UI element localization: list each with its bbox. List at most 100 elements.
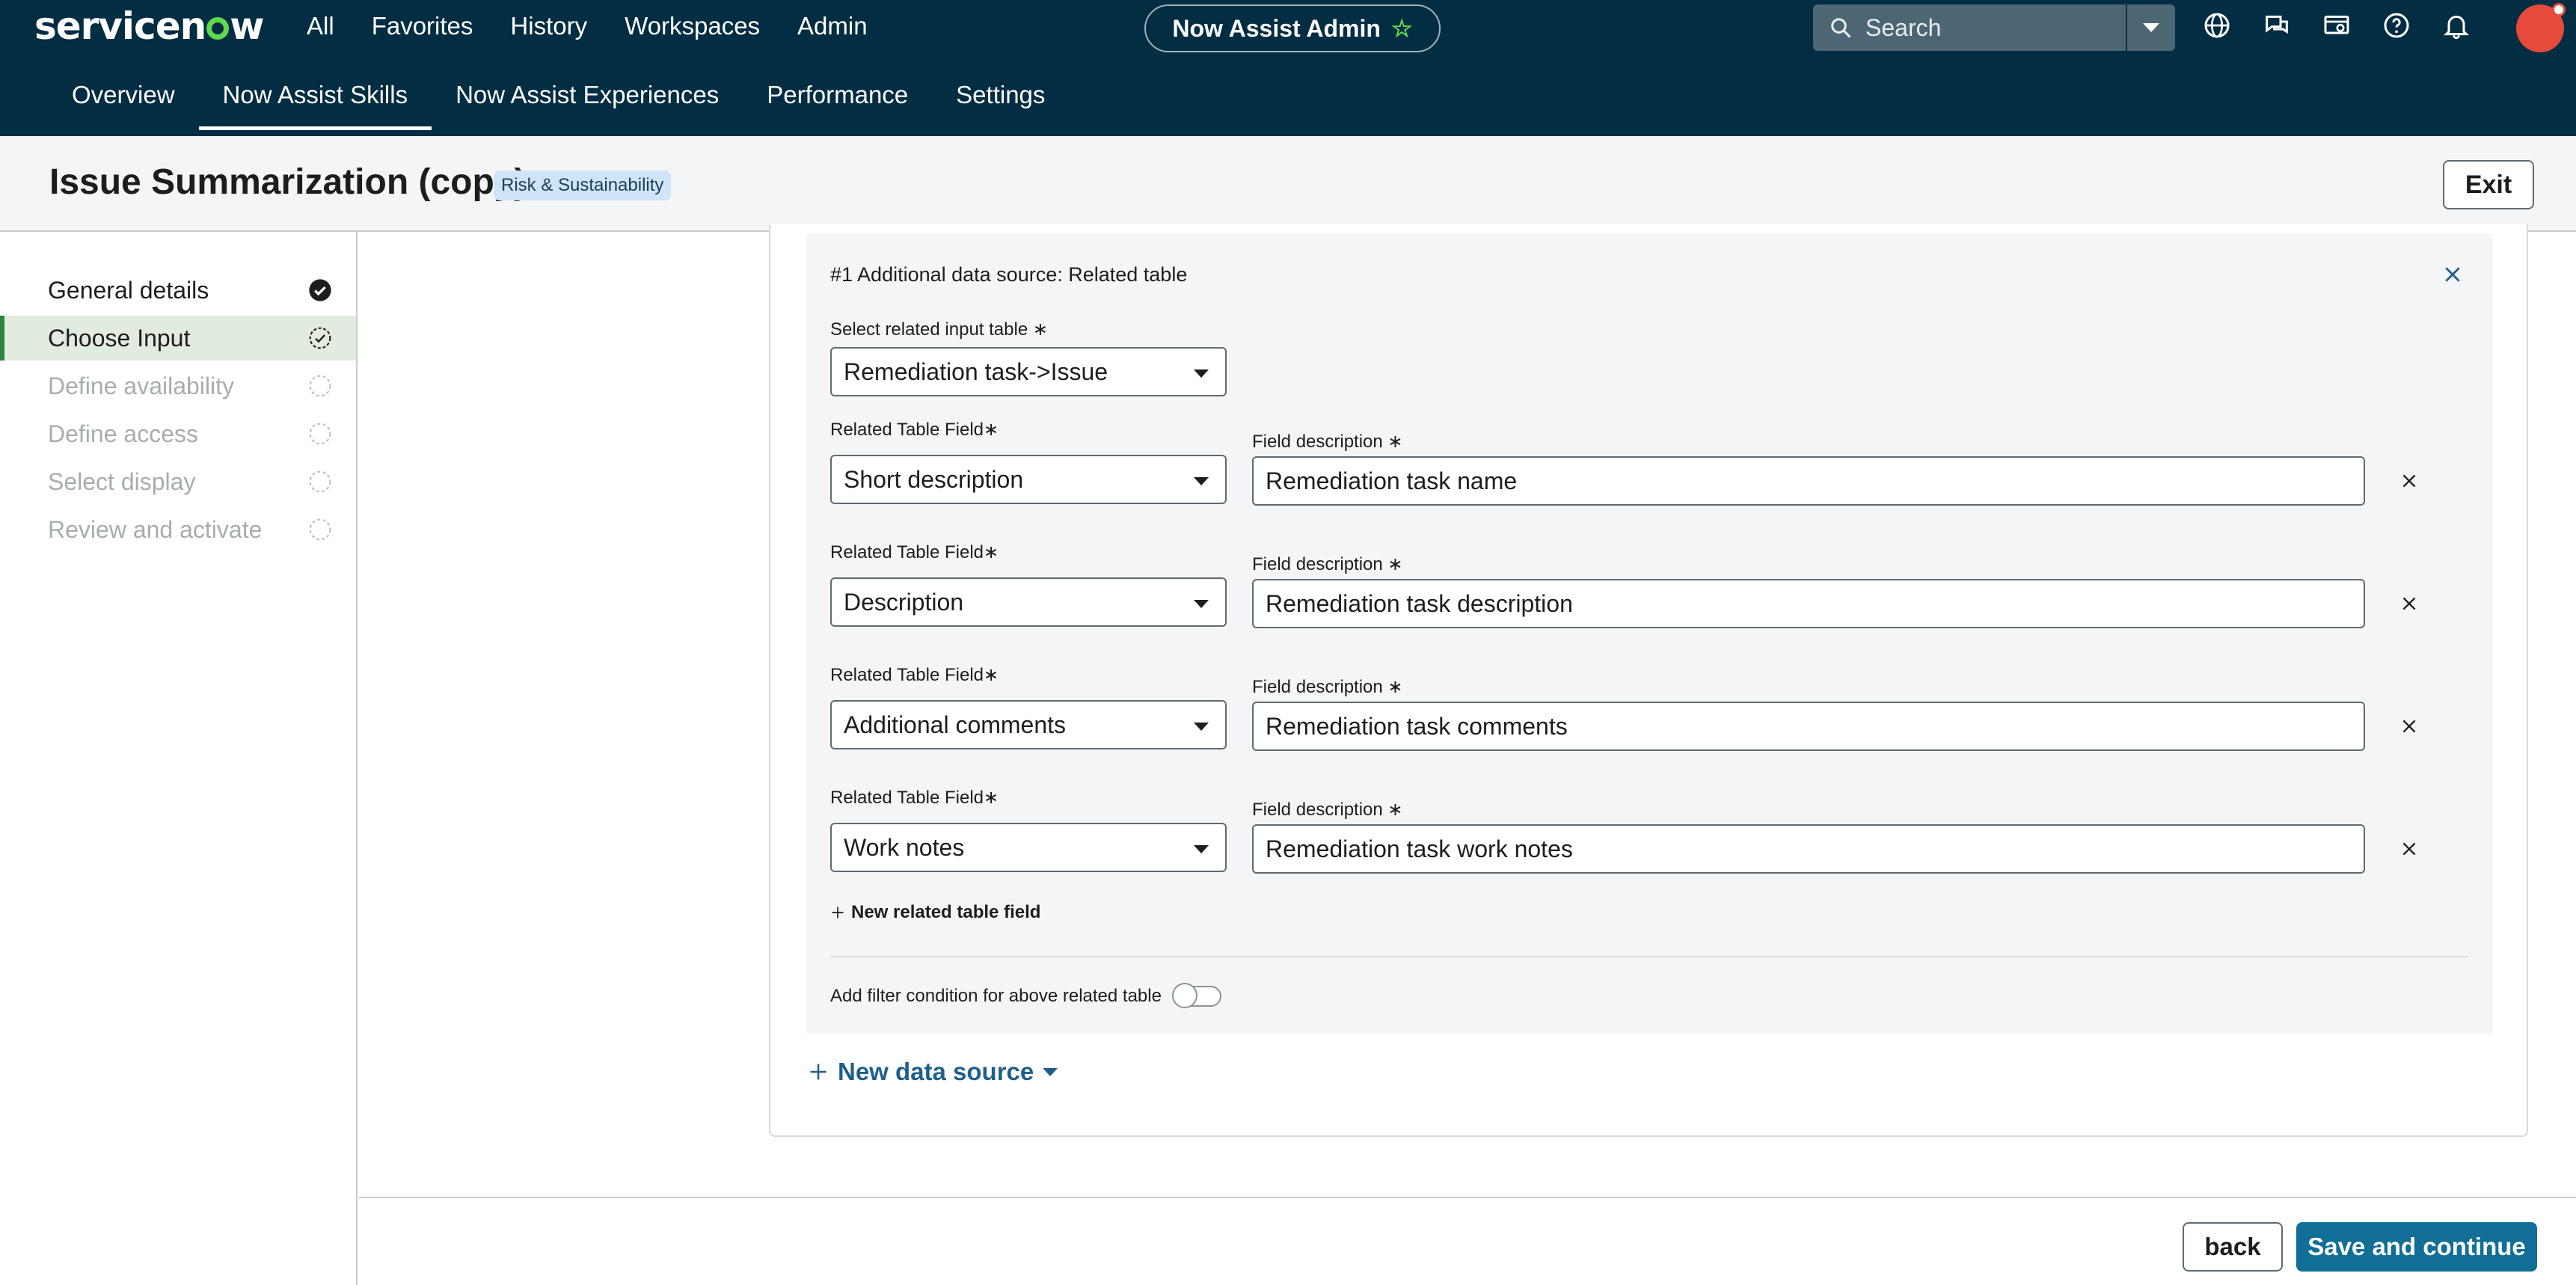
servicenow-logo[interactable]: servicen w <box>34 4 264 48</box>
search-input[interactable]: Search <box>1813 14 2126 42</box>
filter-condition-row: Add filter condition for above related t… <box>830 983 1221 1008</box>
chevron-down-icon <box>1043 1067 1058 1076</box>
new-data-source-button[interactable]: New data source <box>808 1058 1058 1086</box>
footer-bar: back Save and continue <box>359 1197 2576 1285</box>
related-field-label: Related Table Field∗ <box>830 542 999 562</box>
related-field-label: Related Table Field∗ <box>830 788 999 808</box>
sub-navigation: Overview Now Assist Skills Now Assist Ex… <box>72 81 1045 130</box>
screen-icon[interactable] <box>2322 10 2352 40</box>
remove-field-icon[interactable] <box>2399 471 2419 491</box>
pending-icon <box>309 470 331 493</box>
chat-icon[interactable] <box>2262 10 2292 40</box>
pending-icon <box>309 518 331 541</box>
search-icon <box>1831 18 1851 38</box>
tab-performance[interactable]: Performance <box>767 81 908 130</box>
search-placeholder: Search <box>1865 13 1942 41</box>
step-define-availability[interactable]: Define availability <box>0 364 356 408</box>
selected-value: Work notes <box>844 833 965 861</box>
data-source-panel: #1 Additional data source: Related table… <box>806 233 2492 1034</box>
star-icon[interactable]: ☆ <box>1391 14 1413 43</box>
tab-overview[interactable]: Overview <box>72 81 175 130</box>
selected-value: Short description <box>844 465 1024 493</box>
related-input-table-select[interactable]: Remediation task->Issue <box>830 347 1227 396</box>
avatar[interactable] <box>2516 3 2566 52</box>
step-general-details[interactable]: General details <box>0 268 356 313</box>
filter-condition-label: Add filter condition for above related t… <box>830 986 1162 1006</box>
pending-icon <box>309 375 331 397</box>
related-field-select[interactable]: Additional comments <box>830 700 1227 749</box>
remove-field-icon[interactable] <box>2399 839 2419 859</box>
nav-admin[interactable]: Admin <box>797 12 868 40</box>
workspace-pill[interactable]: Now Assist Admin ☆ <box>1144 4 1441 52</box>
data-source-title: #1 Additional data source: Related table <box>830 263 1188 286</box>
bell-icon[interactable] <box>2441 10 2471 40</box>
chevron-down-icon <box>1194 723 1209 731</box>
related-field-select[interactable]: Description <box>830 577 1227 627</box>
check-complete-icon <box>309 279 331 301</box>
nav-workspaces[interactable]: Workspaces <box>625 12 760 40</box>
selected-value: Additional comments <box>844 711 1067 738</box>
nav-history[interactable]: History <box>510 12 587 40</box>
field-description-input[interactable]: Remediation task description <box>1252 579 2365 628</box>
filter-condition-toggle[interactable] <box>1171 983 1221 1008</box>
search-scope-dropdown[interactable] <box>2126 4 2175 51</box>
step-select-display[interactable]: Select display <box>0 459 356 504</box>
step-label: Choose Input <box>48 324 191 352</box>
chevron-down-icon <box>2143 23 2159 32</box>
in-progress-icon <box>309 327 331 349</box>
remove-field-icon[interactable] <box>2399 594 2419 613</box>
exit-button[interactable]: Exit <box>2443 160 2534 209</box>
related-field-label: Related Table Field∗ <box>830 665 999 685</box>
chevron-down-icon <box>1194 845 1209 853</box>
divider <box>830 956 2468 957</box>
back-button[interactable]: back <box>2183 1222 2283 1272</box>
field-description-label: Field description ∗ <box>1252 554 1403 574</box>
steps-sidebar: General details Choose Input Define avai… <box>0 232 358 1285</box>
selected-value: Description <box>844 588 964 616</box>
field-description-input[interactable]: Remediation task comments <box>1252 702 2365 751</box>
main-menu: All Favorites History Workspaces Admin <box>307 12 868 40</box>
related-field-select[interactable]: Work notes <box>830 823 1227 872</box>
globe-icon[interactable] <box>2202 10 2232 40</box>
field-description-label: Field description ∗ <box>1252 800 1403 820</box>
step-label: Define availability <box>48 372 235 399</box>
selected-value: Remediation task->Issue <box>844 358 1108 385</box>
remove-field-icon[interactable] <box>2399 717 2419 736</box>
category-badge: Risk & Sustainability <box>494 171 672 200</box>
field-description-input[interactable]: Remediation task name <box>1252 456 2365 506</box>
toggle-knob <box>1171 983 1197 1008</box>
chevron-down-icon <box>1194 477 1209 485</box>
related-input-table-label: Select related input table ∗ <box>830 319 1048 340</box>
step-label: Select display <box>48 467 196 495</box>
new-related-field-label: New related table field <box>851 902 1041 922</box>
related-field-select[interactable]: Short description <box>830 455 1227 504</box>
step-define-access[interactable]: Define access <box>0 411 356 456</box>
tab-now-assist-experiences[interactable]: Now Assist Experiences <box>456 81 719 130</box>
step-label: Define access <box>48 420 198 447</box>
step-choose-input[interactable]: Choose Input <box>0 316 356 361</box>
global-search: Search <box>1813 4 2175 51</box>
workspace-name: Now Assist Admin <box>1172 14 1381 42</box>
plus-icon <box>810 1064 827 1080</box>
pending-icon <box>309 423 331 445</box>
save-and-continue-button[interactable]: Save and continue <box>2296 1222 2537 1272</box>
step-label: General details <box>48 276 209 304</box>
nav-favorites[interactable]: Favorites <box>372 12 473 40</box>
nav-all[interactable]: All <box>307 12 334 40</box>
step-review-and-activate[interactable]: Review and activate <box>0 507 356 552</box>
page-title: Issue Summarization (copy) <box>49 162 527 202</box>
new-related-field-button[interactable]: New related table field <box>830 902 1040 923</box>
tab-now-assist-skills[interactable]: Now Assist Skills <box>198 81 432 130</box>
header-icons <box>2202 10 2471 40</box>
field-description-label: Field description ∗ <box>1252 432 1403 452</box>
new-data-source-label: New data source <box>838 1058 1034 1085</box>
close-icon[interactable] <box>2441 263 2464 286</box>
help-icon[interactable] <box>2382 10 2411 40</box>
chevron-down-icon <box>1194 369 1209 378</box>
related-field-label: Related Table Field∗ <box>830 420 999 440</box>
field-description-input[interactable]: Remediation task work notes <box>1252 824 2365 874</box>
page-header: Issue Summarization (copy) Risk & Sustai… <box>0 136 2576 232</box>
plus-icon <box>832 907 844 918</box>
chevron-down-icon <box>1194 600 1209 608</box>
tab-settings[interactable]: Settings <box>956 81 1045 130</box>
